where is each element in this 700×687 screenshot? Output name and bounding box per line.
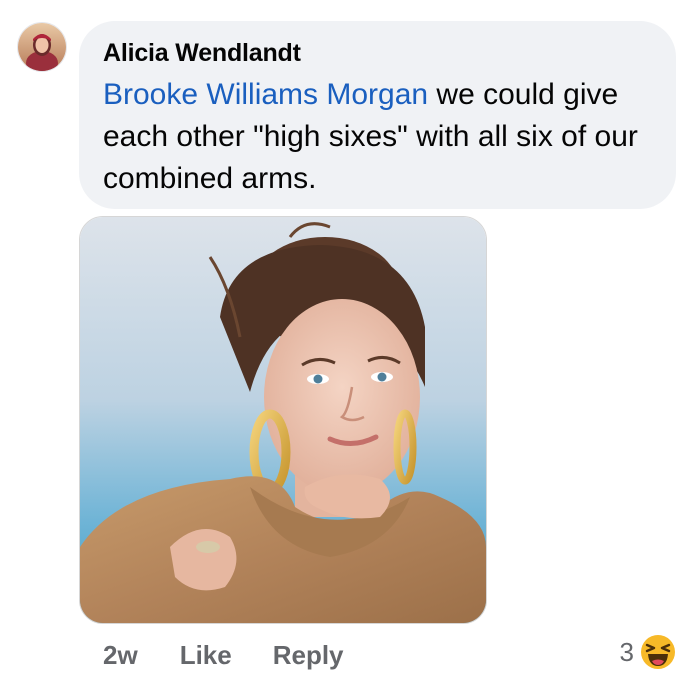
comment-author[interactable]: Alicia Wendlandt	[103, 38, 652, 68]
like-button[interactable]: Like	[180, 640, 232, 671]
comment-bubble: Alicia Wendlandt Brooke Williams Morgan …	[79, 21, 676, 209]
comment-actions: 2w Like Reply	[103, 637, 344, 673]
reaction-summary[interactable]: 3	[620, 632, 676, 672]
avatar[interactable]	[17, 22, 67, 72]
reaction-count: 3	[619, 636, 634, 667]
mention-link[interactable]: Brooke Williams Morgan	[103, 78, 428, 111]
comment-text: Brooke Williams Morgan we could give eac…	[103, 74, 643, 200]
haha-reaction-icon	[640, 634, 676, 670]
comment-view: Alicia Wendlandt Brooke Williams Morgan …	[0, 0, 700, 687]
reply-button[interactable]: Reply	[273, 640, 344, 671]
comment-photo[interactable]	[79, 216, 487, 624]
comment-timestamp[interactable]: 2w	[103, 640, 138, 671]
